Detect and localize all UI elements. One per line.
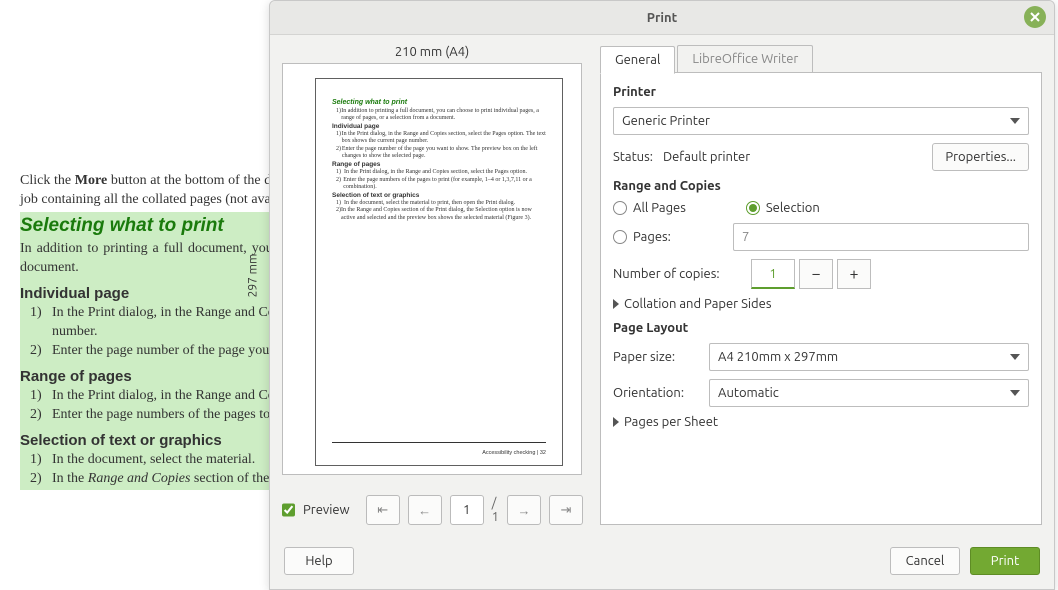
chevron-down-icon <box>1010 390 1020 396</box>
dialog-footer: Help Cancel Print <box>270 539 1054 589</box>
dialog-titlebar: Print <box>270 1 1054 35</box>
paper-size-dropdown[interactable]: A4 210mm x 297mm <box>709 343 1029 371</box>
printer-dropdown[interactable]: Generic Printer <box>613 107 1029 135</box>
help-button[interactable]: Help <box>284 547 354 575</box>
section-range: Range and Copies <box>613 179 1029 193</box>
radio-icon <box>613 201 627 215</box>
expand-pages-per-sheet[interactable]: Pages per Sheet <box>613 415 1029 429</box>
radio-icon <box>746 201 760 215</box>
expand-collation[interactable]: Collation and Paper Sides <box>613 297 1029 311</box>
next-page-button[interactable]: → <box>507 495 541 525</box>
cancel-button[interactable]: Cancel <box>890 547 960 575</box>
prev-page-button[interactable]: ← <box>408 495 442 525</box>
tab-general[interactable]: General <box>600 46 675 74</box>
tab-libreoffice-writer[interactable]: LibreOffice Writer <box>677 45 813 73</box>
paper-width-label: 210 mm (A4) <box>282 45 582 59</box>
tab-body-general: Printer Generic Printer Status: Default … <box>600 72 1042 525</box>
last-page-button[interactable]: ⇥ <box>549 495 583 525</box>
chevron-down-icon <box>1010 354 1020 360</box>
preview-pane: 210 mm (A4) 297 mm Selecting what to pri… <box>282 45 582 525</box>
preview-controls: Preview ⇤ ← 1 / 1 → ⇥ <box>282 495 582 525</box>
section-layout: Page Layout <box>613 321 1029 335</box>
copies-value[interactable]: 1 <box>751 259 795 289</box>
tabs: General LibreOffice Writer <box>600 45 1042 73</box>
paper-height-label: 297 mm <box>247 254 260 298</box>
radio-icon <box>613 230 627 244</box>
first-page-button[interactable]: ⇤ <box>366 495 400 525</box>
status-value: Default printer <box>663 150 750 164</box>
preview-page: Selecting what to print 1)In addition to… <box>315 78 563 466</box>
preview-checkbox-label: Preview <box>303 503 350 517</box>
preview-area: 297 mm Selecting what to print 1)In addi… <box>282 63 582 475</box>
copies-increment[interactable]: + <box>837 259 871 289</box>
orientation-label: Orientation: <box>613 386 699 400</box>
copies-decrement[interactable]: − <box>799 259 833 289</box>
chevron-down-icon <box>1010 118 1020 124</box>
properties-button[interactable]: Properties... <box>932 143 1029 171</box>
print-button[interactable]: Print <box>970 547 1040 575</box>
status-label: Status: <box>613 150 653 164</box>
radio-all-pages-label: All Pages <box>633 201 686 215</box>
radio-pages-label: Pages: <box>633 230 671 244</box>
preview-checkbox[interactable] <box>282 503 295 517</box>
orientation-dropdown[interactable]: Automatic <box>709 379 1029 407</box>
radio-all-pages[interactable]: All Pages <box>613 201 686 215</box>
print-dialog: Print 210 mm (A4) 297 mm Selecting what … <box>269 0 1055 590</box>
expand-triangle-icon <box>613 299 619 309</box>
radio-selection[interactable]: Selection <box>746 201 820 215</box>
expand-triangle-icon <box>613 417 619 427</box>
radio-pages[interactable]: Pages: <box>613 230 723 244</box>
dialog-title: Print <box>647 11 677 25</box>
close-button[interactable] <box>1024 6 1046 28</box>
page-total-label: / 1 <box>492 496 499 524</box>
copies-spinner[interactable]: 1 − + <box>751 259 871 289</box>
pages-input[interactable]: 7 <box>733 223 1029 251</box>
copies-label: Number of copies: <box>613 267 741 281</box>
page-number-field[interactable]: 1 <box>450 495 484 525</box>
section-printer: Printer <box>613 85 1029 99</box>
radio-selection-label: Selection <box>766 201 820 215</box>
paper-size-label: Paper size: <box>613 350 699 364</box>
